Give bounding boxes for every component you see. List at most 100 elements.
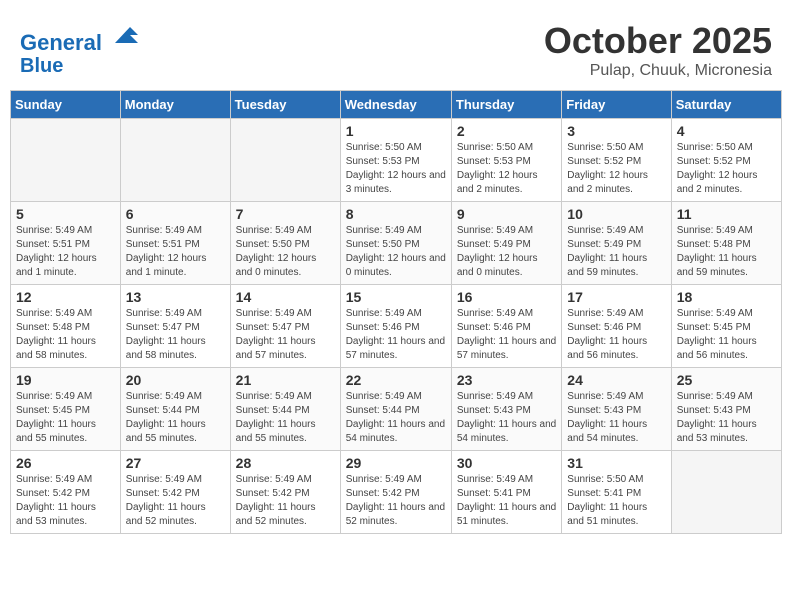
- calendar-day-cell: 30 Sunrise: 5:49 AM Sunset: 5:41 PM Dayli…: [451, 451, 561, 534]
- day-info: Sunrise: 5:49 AM Sunset: 5:42 PM Dayligh…: [16, 473, 115, 529]
- calendar-day-cell: [120, 119, 230, 202]
- calendar-day-cell: 4 Sunrise: 5:50 AM Sunset: 5:52 PM Daylig…: [671, 119, 781, 202]
- calendar-day-cell: 3 Sunrise: 5:50 AM Sunset: 5:52 PM Daylig…: [562, 119, 671, 202]
- calendar-day-cell: 25 Sunrise: 5:49 AM Sunset: 5:43 PM Dayli…: [671, 368, 781, 451]
- day-number: 12: [16, 289, 115, 305]
- calendar-day-cell: 23 Sunrise: 5:49 AM Sunset: 5:43 PM Dayli…: [451, 368, 561, 451]
- day-info: Sunrise: 5:50 AM Sunset: 5:52 PM Dayligh…: [677, 141, 776, 197]
- day-info: Sunrise: 5:49 AM Sunset: 5:50 PM Dayligh…: [236, 224, 335, 280]
- day-info: Sunrise: 5:50 AM Sunset: 5:53 PM Dayligh…: [457, 141, 556, 197]
- day-info: Sunrise: 5:49 AM Sunset: 5:46 PM Dayligh…: [567, 307, 665, 363]
- calendar-day-cell: 13 Sunrise: 5:49 AM Sunset: 5:47 PM Dayli…: [120, 285, 230, 368]
- calendar-day-cell: 28Sunrise: 5:49 AM Sunset: 5:42 PM Dayli…: [230, 451, 340, 534]
- calendar-day-cell: 11Sunrise: 5:49 AM Sunset: 5:48 PM Dayli…: [671, 202, 781, 285]
- day-info: Sunrise: 5:49 AM Sunset: 5:42 PM Dayligh…: [346, 473, 446, 529]
- calendar-week-row: 19Sunrise: 5:49 AM Sunset: 5:45 PM Dayli…: [11, 368, 782, 451]
- day-info: Sunrise: 5:49 AM Sunset: 5:47 PM Dayligh…: [236, 307, 335, 363]
- day-info: Sunrise: 5:49 AM Sunset: 5:42 PM Dayligh…: [236, 473, 335, 529]
- day-number: 14: [236, 289, 335, 305]
- day-info: Sunrise: 5:49 AM Sunset: 5:47 PM Dayligh…: [126, 307, 225, 363]
- month-title: October 2025: [544, 20, 772, 62]
- day-number: 25: [677, 372, 776, 388]
- day-info: Sunrise: 5:49 AM Sunset: 5:43 PM Dayligh…: [457, 390, 556, 446]
- day-number: 20: [126, 372, 225, 388]
- calendar-day-cell: 19Sunrise: 5:49 AM Sunset: 5:45 PM Dayli…: [11, 368, 121, 451]
- day-number: 27: [126, 455, 225, 471]
- calendar-day-cell: 27Sunrise: 5:49 AM Sunset: 5:42 PM Dayli…: [120, 451, 230, 534]
- day-number: 4: [677, 123, 776, 139]
- day-number: 30: [457, 455, 556, 471]
- day-info: Sunrise: 5:49 AM Sunset: 5:43 PM Dayligh…: [567, 390, 665, 446]
- day-info: Sunrise: 5:49 AM Sunset: 5:49 PM Dayligh…: [567, 224, 665, 280]
- day-of-week-header: Monday: [120, 91, 230, 119]
- calendar-header-row: SundayMondayTuesdayWednesdayThursdayFrid…: [11, 91, 782, 119]
- day-info: Sunrise: 5:49 AM Sunset: 5:51 PM Dayligh…: [16, 224, 115, 280]
- day-number: 7: [236, 206, 335, 222]
- day-number: 15: [346, 289, 446, 305]
- calendar-day-cell: [230, 119, 340, 202]
- day-info: Sunrise: 5:49 AM Sunset: 5:45 PM Dayligh…: [16, 390, 115, 446]
- day-number: 2: [457, 123, 556, 139]
- day-number: 11: [677, 206, 776, 222]
- calendar-day-cell: 16Sunrise: 5:49 AM Sunset: 5:46 PM Dayli…: [451, 285, 561, 368]
- calendar-day-cell: [671, 451, 781, 534]
- day-info: Sunrise: 5:50 AM Sunset: 5:53 PM Dayligh…: [346, 141, 446, 197]
- day-of-week-header: Tuesday: [230, 91, 340, 119]
- day-number: 31: [567, 455, 665, 471]
- day-number: 24: [567, 372, 665, 388]
- logo: General Blue: [20, 20, 140, 77]
- calendar-day-cell: 18Sunrise: 5:49 AM Sunset: 5:45 PM Dayli…: [671, 285, 781, 368]
- calendar-day-cell: 24 Sunrise: 5:49 AM Sunset: 5:43 PM Dayli…: [562, 368, 671, 451]
- day-number: 8: [346, 206, 446, 222]
- day-number: 23: [457, 372, 556, 388]
- day-number: 3: [567, 123, 665, 139]
- day-of-week-header: Thursday: [451, 91, 561, 119]
- calendar-day-cell: [11, 119, 121, 202]
- page-header: General Blue October 2025 Pulap, Chuuk, …: [10, 10, 782, 85]
- day-info: Sunrise: 5:49 AM Sunset: 5:48 PM Dayligh…: [16, 307, 115, 363]
- location: Pulap, Chuuk, Micronesia: [544, 62, 772, 80]
- day-info: Sunrise: 5:49 AM Sunset: 5:43 PM Dayligh…: [677, 390, 776, 446]
- calendar-day-cell: 9Sunrise: 5:49 AM Sunset: 5:49 PM Daylig…: [451, 202, 561, 285]
- day-info: Sunrise: 5:49 AM Sunset: 5:45 PM Dayligh…: [677, 307, 776, 363]
- logo-blue: Blue: [20, 55, 140, 77]
- day-info: Sunrise: 5:49 AM Sunset: 5:49 PM Dayligh…: [457, 224, 556, 280]
- day-info: Sunrise: 5:50 AM Sunset: 5:41 PM Dayligh…: [567, 473, 665, 529]
- calendar-day-cell: 10Sunrise: 5:49 AM Sunset: 5:49 PM Dayli…: [562, 202, 671, 285]
- day-of-week-header: Saturday: [671, 91, 781, 119]
- calendar-day-cell: 22Sunrise: 5:49 AM Sunset: 5:44 PM Dayli…: [340, 368, 451, 451]
- calendar-day-cell: 6Sunrise: 5:49 AM Sunset: 5:51 PM Daylig…: [120, 202, 230, 285]
- day-info: Sunrise: 5:49 AM Sunset: 5:46 PM Dayligh…: [457, 307, 556, 363]
- calendar-day-cell: 1 Sunrise: 5:50 AM Sunset: 5:53 PM Daylig…: [340, 119, 451, 202]
- calendar-day-cell: 31 Sunrise: 5:50 AM Sunset: 5:41 PM Dayli…: [562, 451, 671, 534]
- logo-general: General: [20, 30, 102, 55]
- day-of-week-header: Friday: [562, 91, 671, 119]
- logo-icon: [110, 20, 140, 50]
- logo-text: General: [20, 20, 140, 55]
- day-number: 21: [236, 372, 335, 388]
- day-info: Sunrise: 5:49 AM Sunset: 5:41 PM Dayligh…: [457, 473, 556, 529]
- day-number: 6: [126, 206, 225, 222]
- calendar-week-row: 1 Sunrise: 5:50 AM Sunset: 5:53 PM Daylig…: [11, 119, 782, 202]
- day-number: 1: [346, 123, 446, 139]
- calendar-table: SundayMondayTuesdayWednesdayThursdayFrid…: [10, 90, 782, 534]
- calendar-day-cell: 17 Sunrise: 5:49 AM Sunset: 5:46 PM Dayli…: [562, 285, 671, 368]
- day-number: 17: [567, 289, 665, 305]
- calendar-day-cell: 12 Sunrise: 5:49 AM Sunset: 5:48 PM Dayli…: [11, 285, 121, 368]
- calendar-day-cell: 5 Sunrise: 5:49 AM Sunset: 5:51 PM Daylig…: [11, 202, 121, 285]
- calendar-day-cell: 14 Sunrise: 5:49 AM Sunset: 5:47 PM Dayli…: [230, 285, 340, 368]
- day-info: Sunrise: 5:49 AM Sunset: 5:44 PM Dayligh…: [126, 390, 225, 446]
- day-number: 13: [126, 289, 225, 305]
- calendar-day-cell: 29Sunrise: 5:49 AM Sunset: 5:42 PM Dayli…: [340, 451, 451, 534]
- day-info: Sunrise: 5:50 AM Sunset: 5:52 PM Dayligh…: [567, 141, 665, 197]
- calendar-day-cell: 20 Sunrise: 5:49 AM Sunset: 5:44 PM Dayli…: [120, 368, 230, 451]
- calendar-day-cell: 8 Sunrise: 5:49 AM Sunset: 5:50 PM Daylig…: [340, 202, 451, 285]
- day-info: Sunrise: 5:49 AM Sunset: 5:50 PM Dayligh…: [346, 224, 446, 280]
- calendar-day-cell: 7 Sunrise: 5:49 AM Sunset: 5:50 PM Daylig…: [230, 202, 340, 285]
- calendar-day-cell: 2 Sunrise: 5:50 AM Sunset: 5:53 PM Daylig…: [451, 119, 561, 202]
- calendar-week-row: 26Sunrise: 5:49 AM Sunset: 5:42 PM Dayli…: [11, 451, 782, 534]
- calendar-day-cell: 26Sunrise: 5:49 AM Sunset: 5:42 PM Dayli…: [11, 451, 121, 534]
- day-number: 5: [16, 206, 115, 222]
- title-block: October 2025 Pulap, Chuuk, Micronesia: [544, 20, 772, 80]
- calendar-week-row: 5 Sunrise: 5:49 AM Sunset: 5:51 PM Daylig…: [11, 202, 782, 285]
